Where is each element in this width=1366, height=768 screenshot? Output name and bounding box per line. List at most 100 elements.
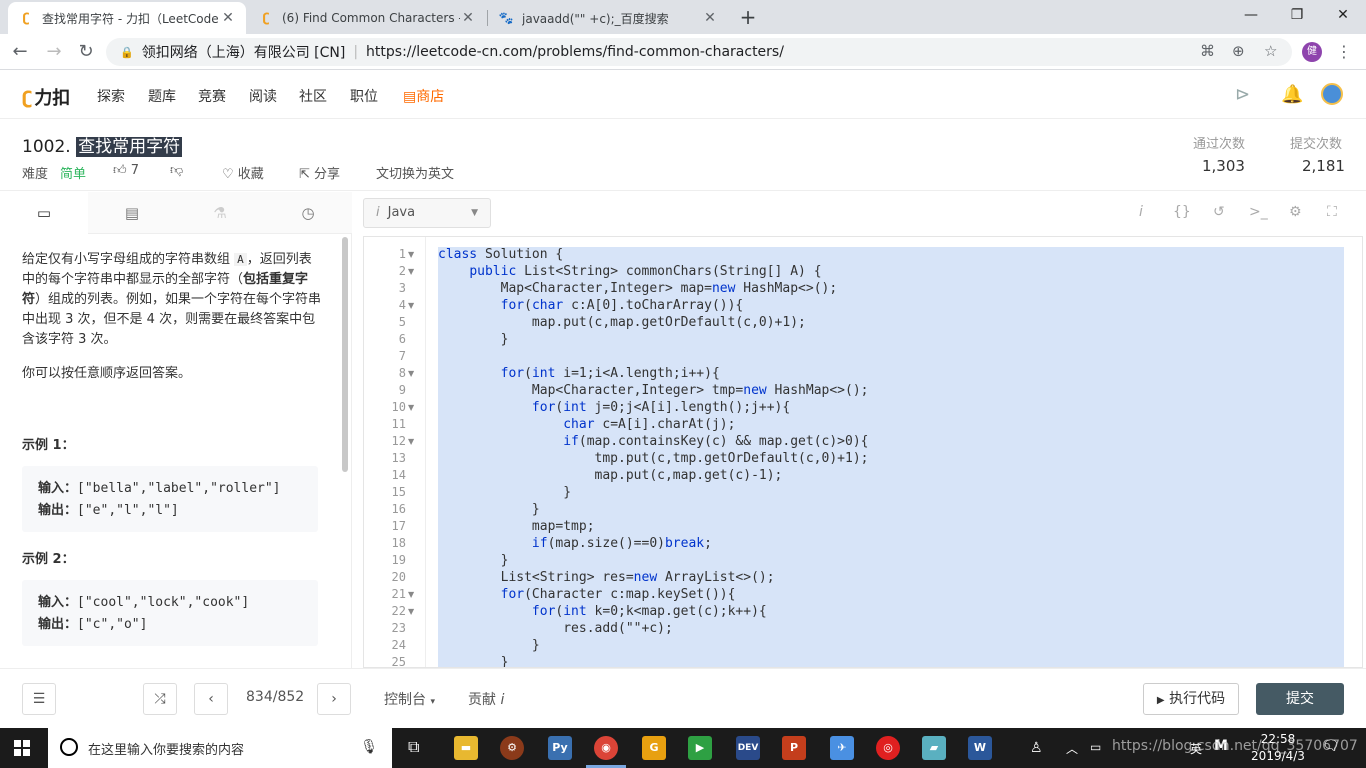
- code-editor[interactable]: 1 ▼ 2 ▼ 3 4 ▼ 5 6 7 8 ▼ 9 10 ▼ 11 12 ▼ 13 14 15 16 17 18 19 20 21 ▼…: [363, 236, 1363, 668]
- playground-icon[interactable]: ⊳: [1235, 84, 1250, 105]
- tab-submissions[interactable]: ◷: [264, 192, 352, 234]
- tab-comments[interactable]: ▤: [88, 192, 176, 234]
- tab-description[interactable]: ▭: [0, 192, 88, 234]
- chevron-left-icon: ‹: [208, 691, 214, 707]
- restore-button[interactable]: ❐: [1274, 0, 1320, 30]
- problem-title: 1002. 查找常用字符: [22, 132, 183, 157]
- python-icon[interactable]: Py: [548, 736, 572, 760]
- fold-arrow-icon[interactable]: ▼: [408, 607, 414, 616]
- powerpoint-icon[interactable]: P: [782, 736, 806, 760]
- code-line: for(int i=1;i<A.length;i++){: [500, 366, 720, 381]
- next-problem-button[interactable]: ›: [317, 683, 351, 715]
- line-number: 9: [398, 383, 406, 397]
- new-tab-button[interactable]: +: [736, 5, 760, 29]
- windows-start-icon[interactable]: [14, 740, 30, 756]
- minimize-button[interactable]: —: [1228, 0, 1274, 30]
- store-label: 商店: [416, 89, 445, 105]
- app-book-icon[interactable]: ▰: [922, 736, 946, 760]
- browser-tab-leetcode-cn[interactable]: ʗ 查找常用字符 - 力扣（LeetCode ✕: [8, 2, 246, 34]
- fold-arrow-icon[interactable]: ▼: [408, 369, 414, 378]
- task-view-icon[interactable]: ⧉: [408, 737, 419, 757]
- nav-contest[interactable]: 竞赛: [198, 86, 226, 106]
- fold-arrow-icon[interactable]: ▼: [408, 590, 414, 599]
- code-line: for(int j=0;j<A[i].length();j++){: [531, 400, 791, 415]
- user-avatar[interactable]: [1321, 83, 1343, 105]
- line-number: 10: [391, 400, 406, 414]
- browser-tab-leetcode-en[interactable]: ʗ (6) Find Common Characters - ✕: [248, 2, 486, 34]
- bird-app-icon[interactable]: ✈: [830, 736, 854, 760]
- taskbar-search-input[interactable]: 在这里输入你要搜索的内容 🎙: [48, 728, 392, 768]
- tray-chevron-up-icon[interactable]: ︿: [1066, 740, 1078, 757]
- chrome-icon[interactable]: ◉: [594, 736, 618, 760]
- forward-arrow-icon[interactable]: →: [42, 40, 66, 64]
- fullscreen-icon[interactable]: ⛶: [1327, 204, 1337, 220]
- switch-language-button[interactable]: 文切换为英文: [376, 163, 454, 182]
- description-scrollbar[interactable]: [342, 237, 348, 472]
- close-tab-icon[interactable]: ✕: [460, 10, 476, 26]
- address-bar[interactable]: 🔒 领扣网络（上海）有限公司 [CN] | https://leetcode-c…: [106, 38, 1292, 66]
- profile-avatar[interactable]: 健: [1302, 42, 1322, 62]
- close-tab-icon[interactable]: ✕: [702, 10, 718, 26]
- fold-arrow-icon[interactable]: ▼: [408, 301, 414, 310]
- favorite-button[interactable]: ♡ 收藏: [222, 163, 264, 182]
- prev-problem-button[interactable]: ‹: [194, 683, 228, 715]
- code-line: Map<Character,Integer> tmp=new HashMap<>…: [438, 383, 869, 398]
- translate-icon[interactable]: ⌘: [1200, 42, 1215, 60]
- leetcode-logo[interactable]: ʗ 力扣: [22, 84, 70, 110]
- battery-icon[interactable]: ▭: [1090, 740, 1101, 754]
- bookmark-star-icon[interactable]: ☆: [1264, 42, 1277, 60]
- random-problem-button[interactable]: ⤮: [143, 683, 177, 715]
- language-select[interactable]: i Java ▼: [363, 198, 491, 228]
- line-number: 20: [391, 570, 406, 584]
- nav-jobs[interactable]: 职位: [350, 86, 378, 106]
- browser-tab-baidu[interactable]: 🐾 javaadd("" +c);_百度搜索 ✕: [488, 2, 728, 34]
- word-icon[interactable]: W: [968, 736, 992, 760]
- window-close-button[interactable]: ✕: [1320, 0, 1366, 30]
- nav-explore[interactable]: 探索: [97, 86, 125, 106]
- share-button[interactable]: ⇱ 分享: [299, 163, 340, 182]
- problem-list-button[interactable]: ☰: [22, 683, 56, 715]
- share-label: 分享: [314, 167, 341, 182]
- tab-solution[interactable]: ⚗: [176, 192, 264, 234]
- like-count: 7: [130, 163, 140, 178]
- example-output: ["e","l","l"]: [77, 503, 179, 518]
- code-line: map=tmp;: [438, 519, 595, 534]
- back-arrow-icon[interactable]: ←: [8, 40, 32, 64]
- notification-bell-icon[interactable]: 🔔: [1281, 84, 1303, 105]
- info-icon[interactable]: i: [1139, 204, 1143, 220]
- app-gear-icon[interactable]: ⚙: [500, 736, 524, 760]
- console-toggle[interactable]: 控制台 ▾: [384, 689, 435, 709]
- heart-icon: ♡: [222, 167, 234, 182]
- dev-cpp-icon[interactable]: DEV: [736, 736, 760, 760]
- contribute-button[interactable]: 贡献 i: [468, 689, 504, 709]
- netease-music-icon[interactable]: ◎: [876, 736, 900, 760]
- fold-arrow-icon[interactable]: ▼: [408, 267, 414, 276]
- like-button[interactable]: 👍︎ 7: [113, 163, 139, 178]
- braces-icon[interactable]: {}: [1173, 204, 1191, 220]
- people-icon[interactable]: ♙: [1030, 740, 1043, 756]
- terminal-icon[interactable]: >_: [1249, 204, 1268, 220]
- fold-arrow-icon[interactable]: ▼: [408, 250, 414, 259]
- example-box: 输入：["bella","label","roller"] 输出：["e","l…: [22, 466, 318, 532]
- settings-gear-icon[interactable]: ⚙: [1289, 204, 1302, 220]
- nav-discuss[interactable]: 社区: [299, 86, 327, 106]
- nav-problemset[interactable]: 题库: [148, 86, 176, 106]
- close-tab-icon[interactable]: ✕: [220, 10, 236, 26]
- dislike-icon[interactable]: 👎︎: [170, 163, 183, 178]
- microphone-icon[interactable]: 🎙: [360, 739, 378, 755]
- desc-text: 给定仅有小写字母组成的字符串数组: [22, 252, 235, 267]
- fold-arrow-icon[interactable]: ▼: [408, 403, 414, 412]
- browser-menu-icon[interactable]: ⋮: [1336, 42, 1352, 61]
- play-store-icon[interactable]: ▶: [688, 736, 712, 760]
- bottom-action-bar: ☰ ⤮ ‹ 834/852 › 控制台 ▾ 贡献 i ▶ 执行代码 提交: [0, 668, 1366, 728]
- run-code-button[interactable]: ▶ 执行代码: [1143, 683, 1239, 715]
- file-explorer-icon[interactable]: ▬: [454, 736, 478, 760]
- reset-icon[interactable]: ↺: [1213, 204, 1225, 220]
- nav-articles[interactable]: 阅读: [249, 86, 277, 106]
- reload-icon[interactable]: ↻: [74, 40, 98, 64]
- zoom-icon[interactable]: ⊕: [1232, 42, 1245, 60]
- fold-arrow-icon[interactable]: ▼: [408, 437, 414, 446]
- submit-button[interactable]: 提交: [1256, 683, 1344, 715]
- app-g-icon[interactable]: G: [642, 736, 666, 760]
- nav-store[interactable]: ▤商店: [403, 86, 444, 106]
